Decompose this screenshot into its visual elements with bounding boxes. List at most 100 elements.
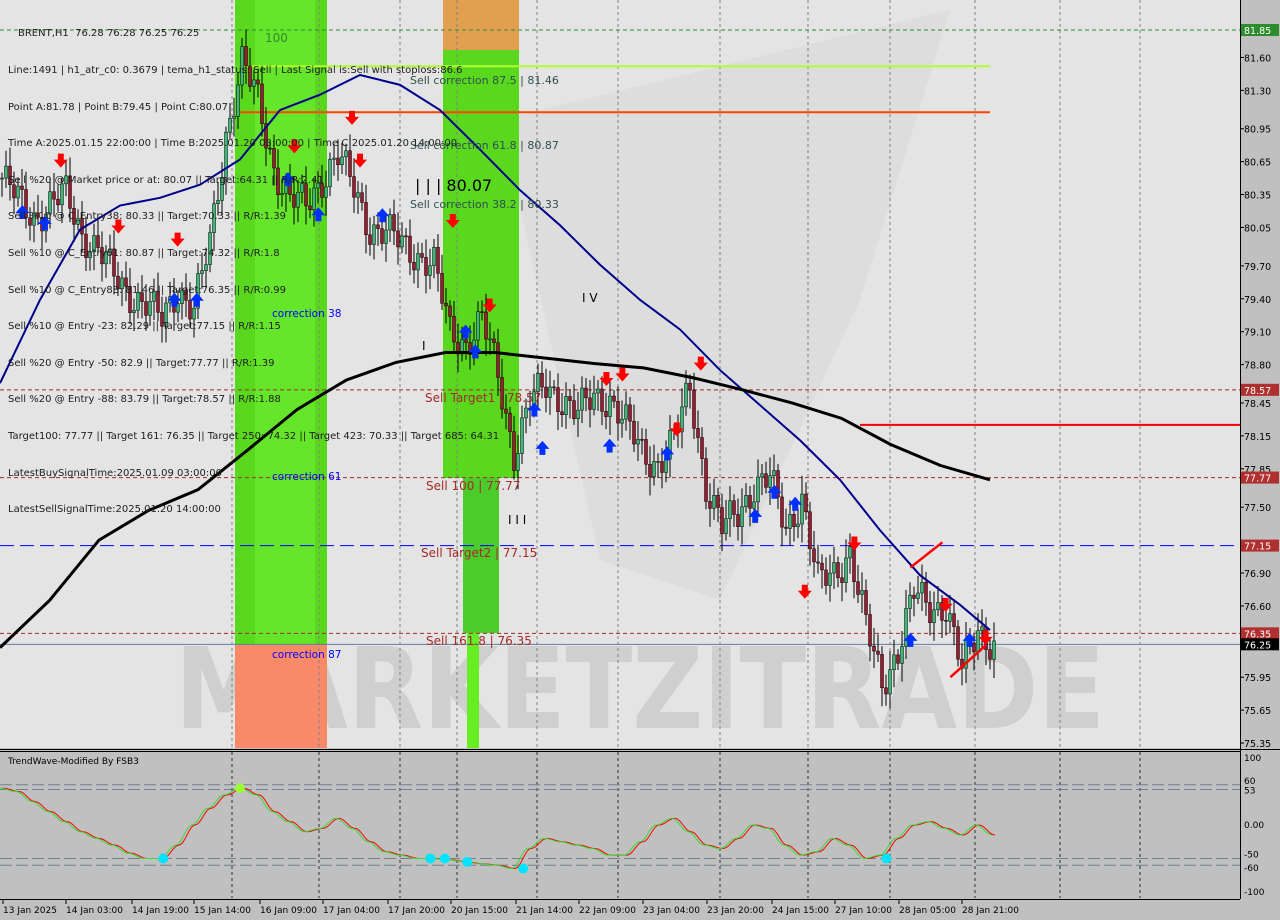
y-tick-label: 76.60 [1244,602,1271,613]
x-tick-label: 27 Jan 10:00 [835,906,892,916]
x-tick-label: 21 Jan 14:00 [516,906,573,916]
price-tag-label: 76.25 [1244,640,1271,651]
candle-body [812,548,816,563]
indicator-marker [235,783,245,794]
info-line: Sell %10 @ C_Entry88: 81.46 || Target:76… [8,284,287,296]
price-tag-label: 77.15 [1244,542,1271,553]
x-tick-label: 15 Jan 14:00 [194,906,251,916]
x-tick-label: 28 Jan 21:00 [962,906,1019,916]
y-tick-label: 75.95 [1244,673,1271,684]
candle-body [900,646,904,664]
info-line: Sell %20 @ Market price or at: 80.07 || … [8,174,324,186]
candle-body [544,386,548,398]
candle-body [952,613,956,627]
signal-info-panel: BRENT,H1 76.28 76.28 76.25 76.25 Line:14… [8,4,499,529]
candle-body [948,613,952,622]
indicator-tick-label: 0.00 [1244,821,1264,831]
indicator-marker [518,863,529,874]
indicator-tick-label: 100 [1244,754,1261,764]
candle-body [684,382,688,408]
candle-body [516,453,520,471]
candle-body [708,501,712,509]
candle-body [920,582,924,594]
candle-body [924,582,928,603]
candle-body [584,387,588,399]
candle-body [740,506,744,527]
x-tick-label: 13 Jan 2025 [3,906,57,916]
y-tick-label: 79.40 [1244,295,1271,306]
candle-body [556,387,560,412]
candle-body [800,493,804,525]
indicator-tick-label: -100 [1244,888,1265,898]
info-line: Point A:81.78 | Point B:79.45 | Point C:… [8,101,228,113]
candle-body [856,581,860,595]
candle-body [880,654,884,689]
candle-body [572,400,576,419]
candle-body [804,493,808,513]
y-tick-label: 75.35 [1244,739,1271,750]
candle-body [632,420,636,445]
indicator-marker [462,856,473,867]
candle-body [652,461,656,478]
candle-body [788,514,792,529]
y-tick-label: 77.50 [1244,503,1271,514]
candle-body [764,473,768,488]
candle-body [820,562,824,571]
candle-body [908,594,912,609]
candle-body [520,417,524,454]
indicator-marker [881,853,892,864]
chart-annotation: Sell 161.8 | 76.35 [426,634,532,648]
x-tick-label: 22 Jan 09:00 [579,906,636,916]
chart-annotation: I V [582,291,598,305]
candle-body [640,439,644,441]
info-line: LatestSellSignalTime:2025.01.20 14:00:00 [8,504,221,516]
candle-body [772,470,776,476]
candle-body [816,561,820,564]
x-tick-label: 24 Jan 15:00 [772,906,829,916]
indicator-tick-label: -60 [1244,864,1259,874]
x-tick-label: 23 Jan 20:00 [707,906,764,916]
candle-body [540,373,544,388]
candle-body [896,654,900,664]
candle-body [784,526,788,529]
candle-body [824,569,828,586]
candle-body [852,546,856,582]
y-tick-label: 81.30 [1244,86,1271,97]
candle-body [756,476,760,503]
candle-body [752,501,756,509]
y-tick-label: 78.45 [1244,399,1271,410]
candle-body [504,408,508,414]
candle-body [0,177,4,180]
chart-annotation: correction 87 [272,649,341,661]
candle-body [680,406,684,433]
chart-annotation: Sell Target2 | 77.15 [421,546,537,560]
y-tick-label: 81.60 [1244,53,1271,64]
price-tag-label: 77.77 [1244,474,1271,485]
candle-body [736,514,740,527]
x-tick-label: 17 Jan 04:00 [323,906,380,916]
indicator-tick-label: 53 [1244,786,1255,796]
candle-body [704,458,708,502]
indicator-tick-label: 60 [1244,777,1256,787]
x-tick-label: 14 Jan 03:00 [66,906,123,916]
candle-body [568,396,572,401]
info-line: Sell %10 @ Entry -23: 82.29 || Target:77… [8,321,281,333]
candle-body [992,640,996,660]
candle-body [792,514,796,528]
candle-body [612,395,616,402]
candle-body [840,577,844,583]
x-tick-label: 14 Jan 19:00 [132,906,189,916]
candle-body [868,614,872,647]
info-line: Sell %20 @ Entry -88: 83.79 || Target:78… [8,394,281,406]
info-line: Line:1491 | h1_atr_c0: 0.3679 | tema_h1_… [8,65,463,76]
candle-body [828,572,832,586]
candle-body [720,507,724,534]
candle-body [604,411,608,417]
candle-body [836,562,840,579]
candle-body [624,404,628,420]
x-tick-label: 17 Jan 20:00 [388,906,445,916]
candle-body [832,562,836,574]
y-tick-label: 80.35 [1244,191,1271,202]
candle-body [956,626,960,660]
candle-body [976,630,980,653]
